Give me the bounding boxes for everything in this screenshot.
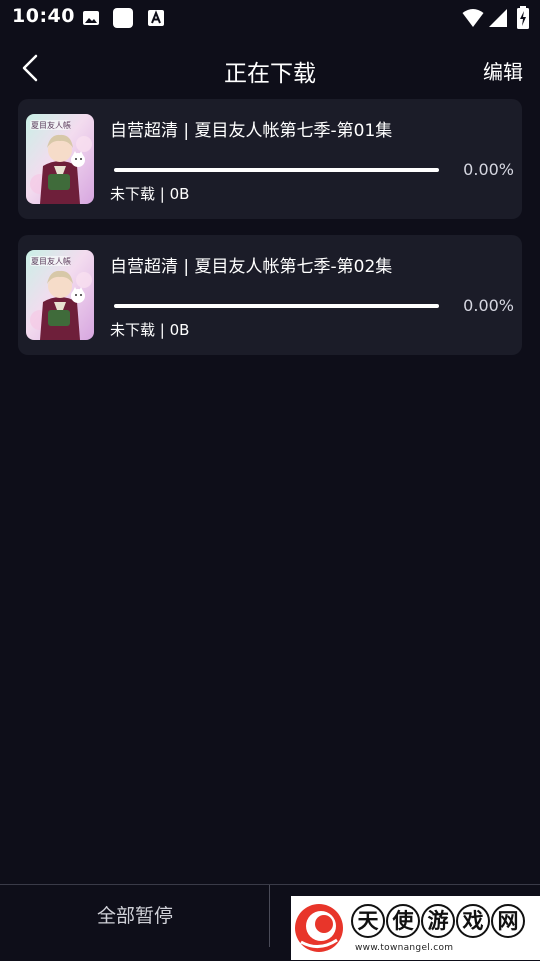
pause-all-button[interactable]: 全部暂停 <box>0 885 270 947</box>
watermark-char: 戏 <box>456 904 490 938</box>
watermark-logo-icon <box>295 904 343 952</box>
site-watermark: 天 使 游 戏 网 www.townangel.com <box>291 896 540 960</box>
status-bar: 10:40 <box>0 0 540 36</box>
download-item[interactable]: 夏目友人帳 自营超清 | 夏目友人帐第七季-第02集 0.00% 未下载 | 0… <box>18 235 522 355</box>
watermark-text: 天 使 游 戏 网 <box>351 904 525 938</box>
square-icon <box>113 8 133 28</box>
progress-bar <box>114 304 439 308</box>
item-title: 自营超清 | 夏目友人帐第七季-第01集 <box>110 121 393 141</box>
progress-percent: 0.00% <box>463 296 514 315</box>
download-status: 未下载 | 0B <box>110 185 190 203</box>
progress-bar <box>114 168 439 172</box>
download-status: 未下载 | 0B <box>110 321 190 339</box>
battery-charging-icon <box>517 6 529 29</box>
image-icon <box>83 11 99 25</box>
bar-divider <box>269 885 270 947</box>
episode-thumbnail: 夏目友人帳 <box>26 114 94 204</box>
app-header: 正在下载 编辑 <box>0 40 540 98</box>
watermark-char: 网 <box>491 904 525 938</box>
status-time: 10:40 <box>12 5 75 27</box>
watermark-char: 使 <box>386 904 420 938</box>
watermark-char: 天 <box>351 904 385 938</box>
progress-percent: 0.00% <box>463 160 514 179</box>
watermark-char: 游 <box>421 904 455 938</box>
font-a-icon <box>148 10 164 26</box>
watermark-url: www.townangel.com <box>355 943 454 953</box>
item-title: 自营超清 | 夏目友人帐第七季-第02集 <box>110 257 393 277</box>
wifi-icon <box>462 9 484 27</box>
cell-signal-icon <box>489 9 507 27</box>
edit-button[interactable]: 编辑 <box>483 56 523 85</box>
episode-thumbnail: 夏目友人帳 <box>26 250 94 340</box>
page-title: 正在下载 <box>224 61 316 87</box>
thumbnail-logo: 夏目友人帳 <box>31 257 71 266</box>
thumbnail-logo: 夏目友人帳 <box>31 121 71 130</box>
download-item[interactable]: 夏目友人帳 自营超清 | 夏目友人帐第七季-第01集 0.00% 未下载 | 0… <box>18 99 522 219</box>
